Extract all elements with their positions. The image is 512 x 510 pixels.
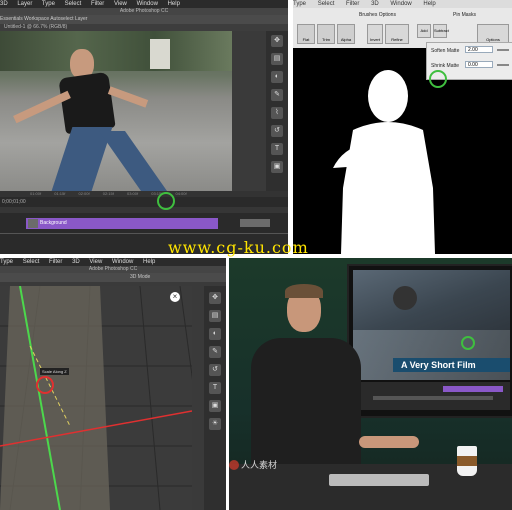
view-button-alpha[interactable]: Alpha <box>337 24 355 44</box>
menu-item[interactable]: Type <box>0 259 13 265</box>
menu-item[interactable]: Window <box>390 1 411 7</box>
section-label: Pin Masks <box>453 12 477 18</box>
camera-icon[interactable]: ▣ <box>271 161 283 173</box>
presenter-body <box>251 338 361 468</box>
menu-item[interactable]: 3D <box>72 259 80 265</box>
menu-item[interactable]: Filter <box>346 1 359 7</box>
menu-item[interactable]: View <box>114 1 127 7</box>
track-control[interactable] <box>240 219 270 227</box>
tick-label: 01:15f <box>54 191 66 196</box>
menu-item[interactable]: Window <box>137 1 158 7</box>
tick-label: 03:00f <box>127 191 139 196</box>
tick-label: 02:00f <box>78 191 90 196</box>
adjust-icon[interactable]: ◐ <box>209 328 221 340</box>
menu-item[interactable]: Select <box>65 1 82 7</box>
view-mode-label: 3D Mode <box>130 274 151 280</box>
move-tool-icon[interactable]: ✥ <box>271 35 283 47</box>
screen-title: A Very Short Film <box>401 360 476 370</box>
monitor-timeline <box>353 382 510 410</box>
menu-item[interactable]: Type <box>42 1 55 7</box>
soften-slider[interactable] <box>497 49 509 51</box>
video-clip-background[interactable]: Background <box>26 218 218 229</box>
menu-bar: 3D Layer Type Select Filter View Window … <box>0 0 288 8</box>
tool-strip: ✥ ▤ ◐ ✎ ↺ T ▣ ☀ <box>204 286 226 510</box>
menu-item[interactable]: Type <box>293 1 306 7</box>
menu-item[interactable]: Help <box>423 1 435 7</box>
cursor-highlight <box>157 192 175 210</box>
actor-torso <box>58 71 116 135</box>
scale-tooltip: Scale Along Z <box>40 368 69 375</box>
menu-item[interactable]: 3D <box>371 1 379 7</box>
coffee-cup <box>457 446 477 476</box>
studio-monitor: A Very Short Film <box>347 264 512 418</box>
shrink-matte-label: Shrink Matte <box>431 63 460 69</box>
menu-item[interactable]: Window <box>112 259 133 265</box>
window-title: Adobe Photoshop CC <box>0 266 226 273</box>
move-tool-icon[interactable]: ✥ <box>209 292 221 304</box>
panel-roto-dialog: Type Select Filter 3D Window Help Brushe… <box>293 0 512 254</box>
view-button-invert[interactable]: Invert <box>367 24 383 44</box>
add-button[interactable]: Add <box>417 24 431 38</box>
history-icon[interactable]: ↺ <box>209 364 221 376</box>
document-tab[interactable]: Untitled-1 @ 66.7% (RGB/8) <box>0 24 288 31</box>
history-icon[interactable]: ↺ <box>271 125 283 137</box>
logo-mark: 人人素材 <box>229 458 277 471</box>
timeline-ruler: 01:00f 01:15f 02:00f 02:15f 03:00f 03:15… <box>0 191 288 197</box>
menu-item[interactable]: Help <box>168 1 180 7</box>
clip-thumbnail <box>28 219 38 228</box>
refine-button[interactable]: Refine <box>385 24 409 44</box>
type-icon[interactable]: T <box>271 143 283 155</box>
brush-icon[interactable]: ✎ <box>209 346 221 358</box>
menu-item[interactable]: Select <box>23 259 40 265</box>
panel-studio-presenter: A Very Short Film 人人素材 <box>229 258 512 510</box>
shrink-matte-field[interactable]: 0.00 <box>465 61 493 68</box>
soften-matte-field[interactable]: 2.00 <box>465 46 493 53</box>
view-button-trim[interactable]: Trim <box>317 24 335 44</box>
keyboard <box>329 474 429 486</box>
cursor-highlight <box>429 70 447 88</box>
options-bar: Essentials Workspace Autoselect Layer <box>0 15 288 24</box>
options-bar: 3D Mode <box>0 273 226 282</box>
tool-strip: ✥ ▤ ◐ ✎ ⌇ ↺ T ▣ <box>266 31 288 201</box>
window-title: Adobe Photoshop CC <box>0 8 288 15</box>
menu-item[interactable]: Help <box>143 259 155 265</box>
menu-item[interactable]: Filter <box>49 259 62 265</box>
tick-label: 02:15f <box>102 191 114 196</box>
3d-viewport: Scale Along Z × <box>0 286 192 510</box>
3d-gizmo-icon[interactable] <box>36 376 54 394</box>
close-icon[interactable]: × <box>170 292 180 302</box>
menu-bar: Type Select Filter 3D Window Help <box>293 0 512 8</box>
options-button[interactable]: Options <box>477 24 509 44</box>
section-label: Brushes Options <box>359 12 396 18</box>
menu-item[interactable]: Select <box>318 1 335 7</box>
adjust-icon[interactable]: ◐ <box>271 71 283 83</box>
subtract-button[interactable]: Subtract <box>433 24 449 38</box>
panel-photoshop-timeline: 3D Layer Type Select Filter View Window … <box>0 0 288 254</box>
light-icon[interactable]: ☀ <box>209 418 221 430</box>
view-button-flat[interactable]: Flat <box>297 24 315 44</box>
menu-item[interactable]: Filter <box>91 1 104 7</box>
timecode: 0;00;01;00 <box>2 199 26 205</box>
menu-bar: Type Select Filter 3D View Window Help <box>0 258 226 266</box>
layers-icon[interactable]: ▤ <box>209 310 221 322</box>
tick-label: 04:00f <box>175 191 187 196</box>
cursor-highlight <box>461 336 475 350</box>
panel-photoshop-3d: Type Select Filter 3D View Window Help A… <box>0 258 226 510</box>
monitor-screen: A Very Short Film <box>353 270 510 380</box>
3d-ground-grid <box>0 286 192 510</box>
type-icon[interactable]: T <box>209 382 221 394</box>
watermark: www.cg-ku.com <box>168 238 309 257</box>
path-icon[interactable]: ⌇ <box>271 107 283 119</box>
shrink-slider[interactable] <box>497 64 509 66</box>
brush-icon[interactable]: ✎ <box>271 89 283 101</box>
menu-item[interactable]: 3D <box>0 1 8 7</box>
layers-icon[interactable]: ▤ <box>271 53 283 65</box>
tick-label: 01:00f <box>30 191 42 196</box>
title-banner: A Very Short Film <box>393 358 510 372</box>
video-frame <box>0 31 232 191</box>
soften-matte-label: Soften Matte <box>431 48 460 54</box>
menu-item[interactable]: Layer <box>17 1 32 7</box>
menu-item[interactable]: View <box>89 259 102 265</box>
camera-icon[interactable]: ▣ <box>209 400 221 412</box>
